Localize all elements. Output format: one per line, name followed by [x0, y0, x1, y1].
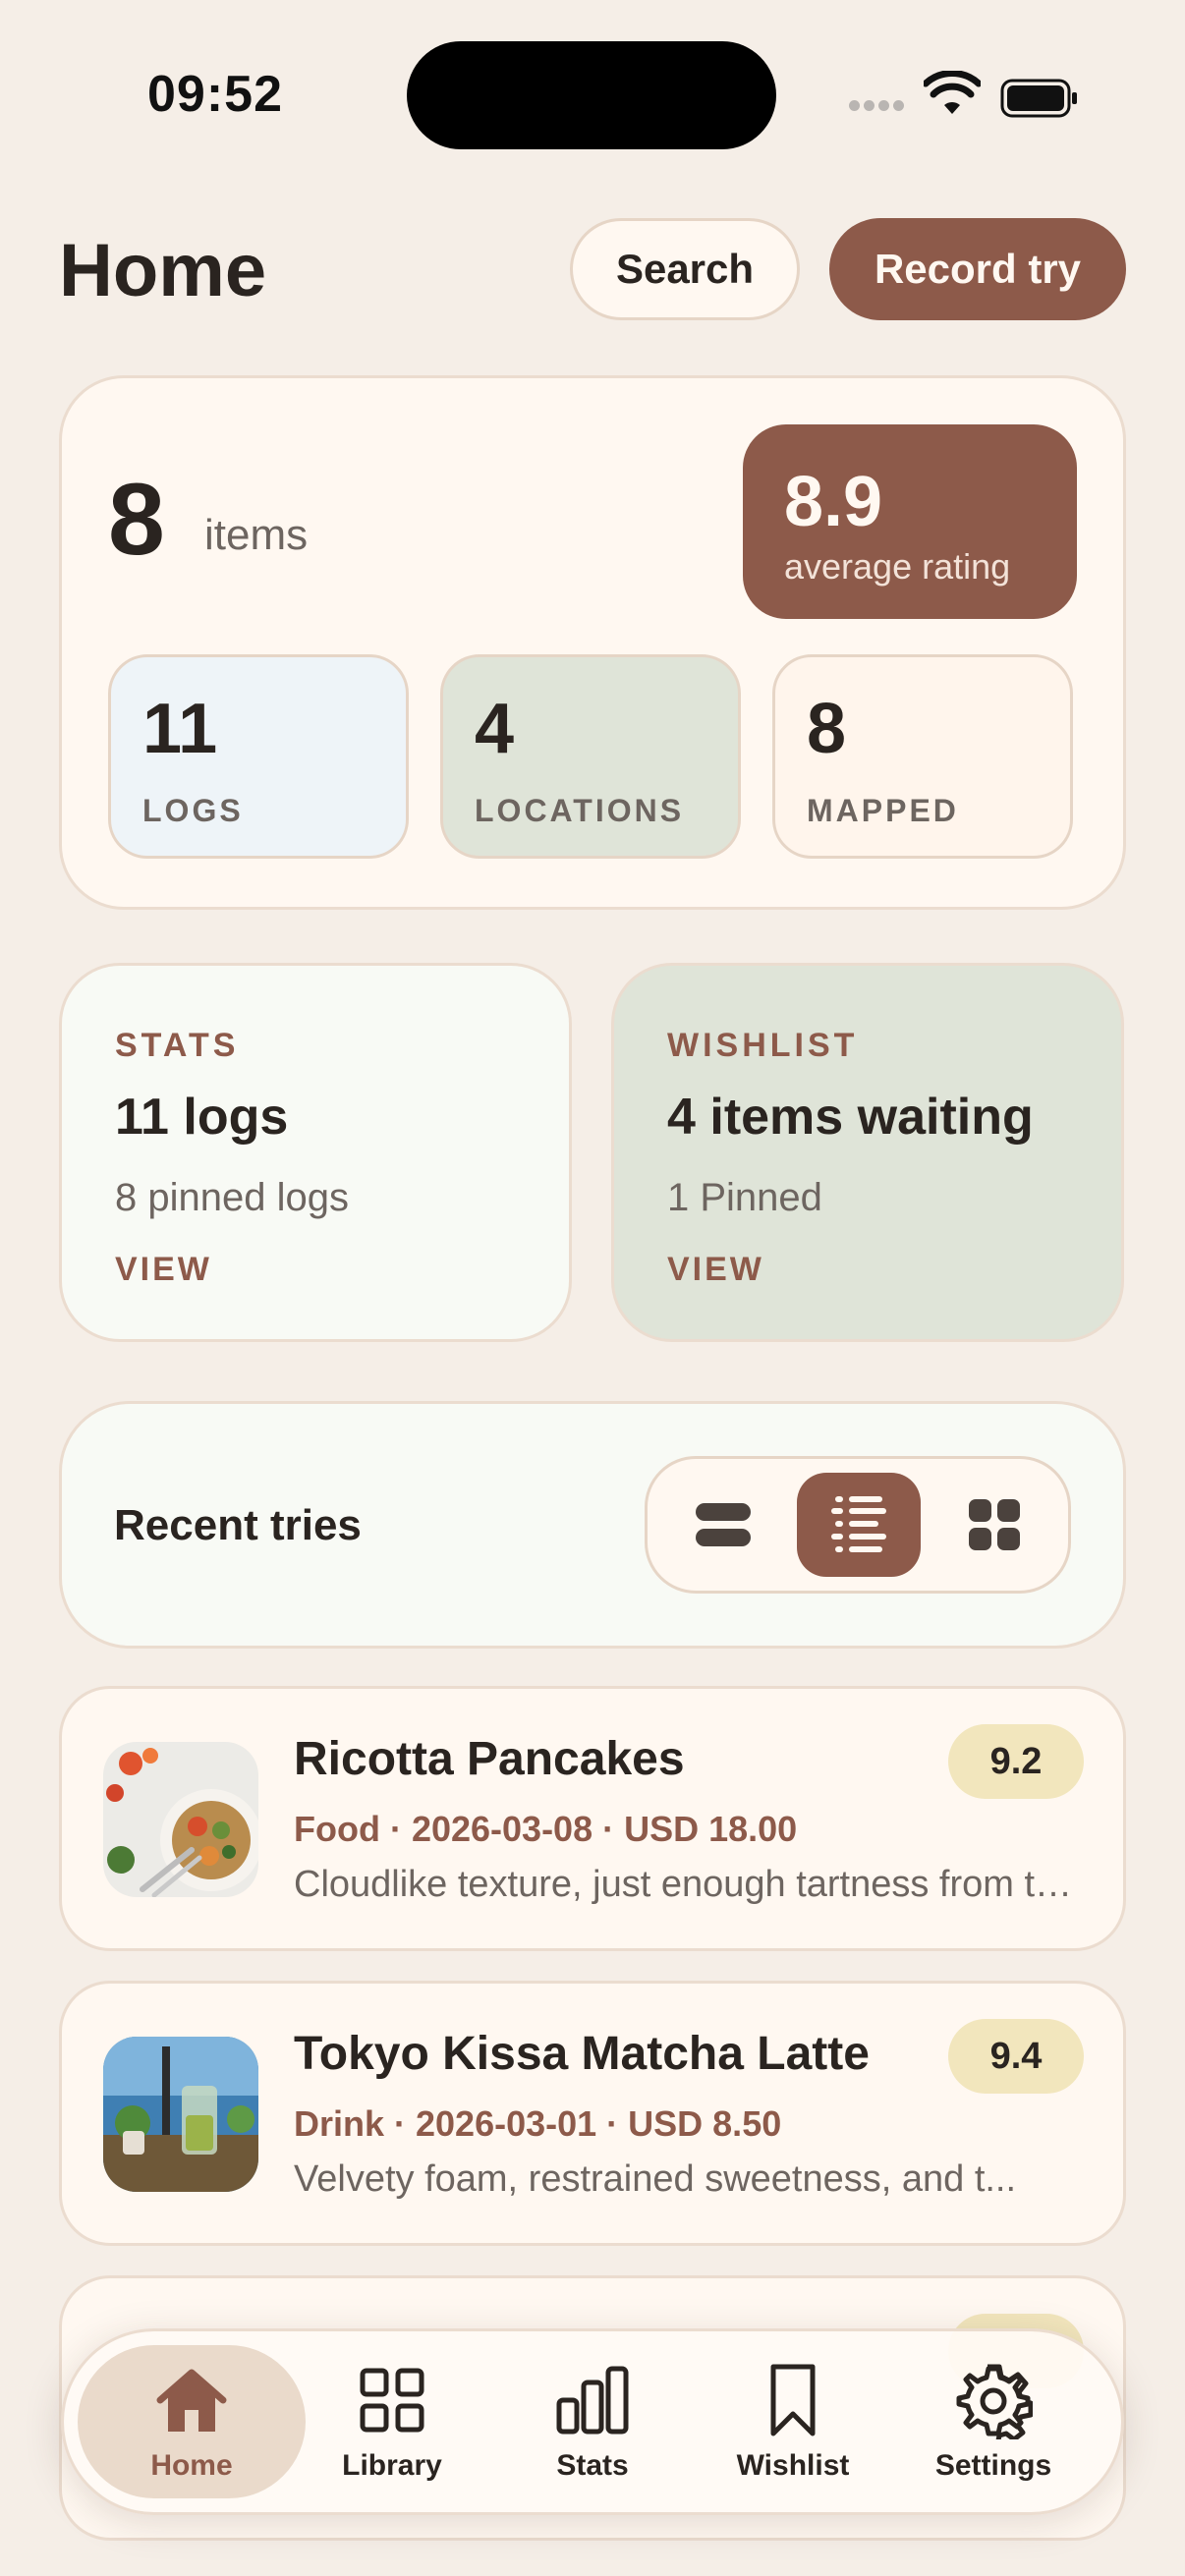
- bar-chart-icon: [556, 2366, 629, 2435]
- record-try-button[interactable]: Record try: [829, 218, 1126, 320]
- locations-label: LOCATIONS: [475, 793, 685, 828]
- average-rating-value: 8.9: [784, 463, 883, 541]
- try-score-badge: 9.4: [948, 2019, 1084, 2094]
- cards-view-icon: [696, 1503, 751, 1546]
- item-count-label: items: [204, 511, 309, 559]
- try-note: Velvety foam, restrained sweetness, and …: [294, 2158, 1017, 2200]
- tab-wishlist[interactable]: Wishlist: [695, 2361, 891, 2498]
- tab-home[interactable]: Home: [93, 2361, 290, 2498]
- tab-bar: Home Library Stats Wishlist Settings: [61, 2328, 1124, 2515]
- stats-view-link[interactable]: VIEW: [115, 1251, 212, 1289]
- dynamic-island: [407, 41, 776, 149]
- try-photo-matcha: [103, 2037, 258, 2192]
- cards-view-button[interactable]: [661, 1473, 785, 1577]
- tab-stats[interactable]: Stats: [494, 2361, 691, 2498]
- bookmark-icon: [770, 2364, 816, 2436]
- tab-library-label: Library: [342, 2449, 442, 2482]
- status-time: 09:52: [147, 66, 283, 123]
- mapped-count: 8: [807, 690, 847, 768]
- battery-icon: [1000, 79, 1077, 118]
- stats-eyebrow: STATS: [115, 1027, 240, 1064]
- locations-tile[interactable]: 4 LOCATIONS: [440, 654, 741, 859]
- list-view-icon: [831, 1496, 886, 1552]
- home-icon: [156, 2369, 227, 2432]
- average-rating-badge: 8.9 average rating: [743, 424, 1077, 619]
- logs-label: LOGS: [142, 793, 244, 828]
- try-name: Ricotta Pancakes: [294, 1733, 685, 1785]
- cellular-signal-icon: [849, 100, 908, 114]
- list-item[interactable]: Ricotta Pancakes Food · 2026-03-08 · USD…: [59, 1686, 1126, 1951]
- logs-tile[interactable]: 11 LOGS: [108, 654, 409, 859]
- grid-view-button[interactable]: [932, 1473, 1056, 1577]
- item-count: 8: [108, 463, 165, 577]
- tab-library[interactable]: Library: [294, 2361, 490, 2498]
- view-mode-switcher: [645, 1456, 1071, 1594]
- try-meta: Food · 2026-03-08 · USD 18.00: [294, 1809, 798, 1849]
- stats-headline: 11 logs: [115, 1089, 289, 1146]
- logs-count: 11: [142, 690, 218, 768]
- try-photo-pancakes: [103, 1742, 258, 1897]
- stats-panel[interactable]: STATS 11 logs 8 pinned logs VIEW: [59, 963, 572, 1342]
- locations-count: 4: [475, 690, 515, 768]
- try-note: Cloudlike texture, just enough tartness …: [294, 1864, 1080, 1905]
- wifi-icon: [924, 71, 981, 114]
- tab-settings-label: Settings: [934, 2449, 1052, 2482]
- try-name: Tokyo Kissa Matcha Latte: [294, 2028, 870, 2080]
- try-meta: Drink · 2026-03-01 · USD 8.50: [294, 2103, 782, 2144]
- gear-icon: [956, 2364, 1033, 2439]
- wishlist-panel[interactable]: WISHLIST 4 items waiting 1 Pinned VIEW: [611, 963, 1124, 1342]
- grid-icon: [360, 2368, 424, 2433]
- wishlist-subtitle: 1 Pinned: [667, 1176, 822, 1219]
- list-view-button[interactable]: [797, 1473, 921, 1577]
- average-rating-label: average rating: [784, 546, 1011, 587]
- stats-subtitle: 8 pinned logs: [115, 1176, 349, 1219]
- wishlist-view-link[interactable]: VIEW: [667, 1251, 764, 1289]
- try-score-badge: 9.2: [948, 1724, 1084, 1799]
- mapped-tile[interactable]: 8 MAPPED: [772, 654, 1073, 859]
- wishlist-headline: 4 items waiting: [667, 1089, 1034, 1146]
- wishlist-eyebrow: WISHLIST: [667, 1027, 859, 1064]
- tab-settings[interactable]: Settings: [895, 2361, 1092, 2498]
- tab-wishlist-label: Wishlist: [736, 2449, 850, 2482]
- page-title: Home: [59, 229, 267, 312]
- mapped-label: MAPPED: [807, 793, 959, 828]
- grid-view-icon: [969, 1499, 1020, 1550]
- list-item[interactable]: Tokyo Kissa Matcha Latte Drink · 2026-03…: [59, 1981, 1126, 2246]
- tab-home-label: Home: [150, 2449, 233, 2482]
- tab-stats-label: Stats: [556, 2449, 629, 2482]
- recent-tries-title: Recent tries: [114, 1501, 362, 1549]
- search-button[interactable]: Search: [570, 218, 800, 320]
